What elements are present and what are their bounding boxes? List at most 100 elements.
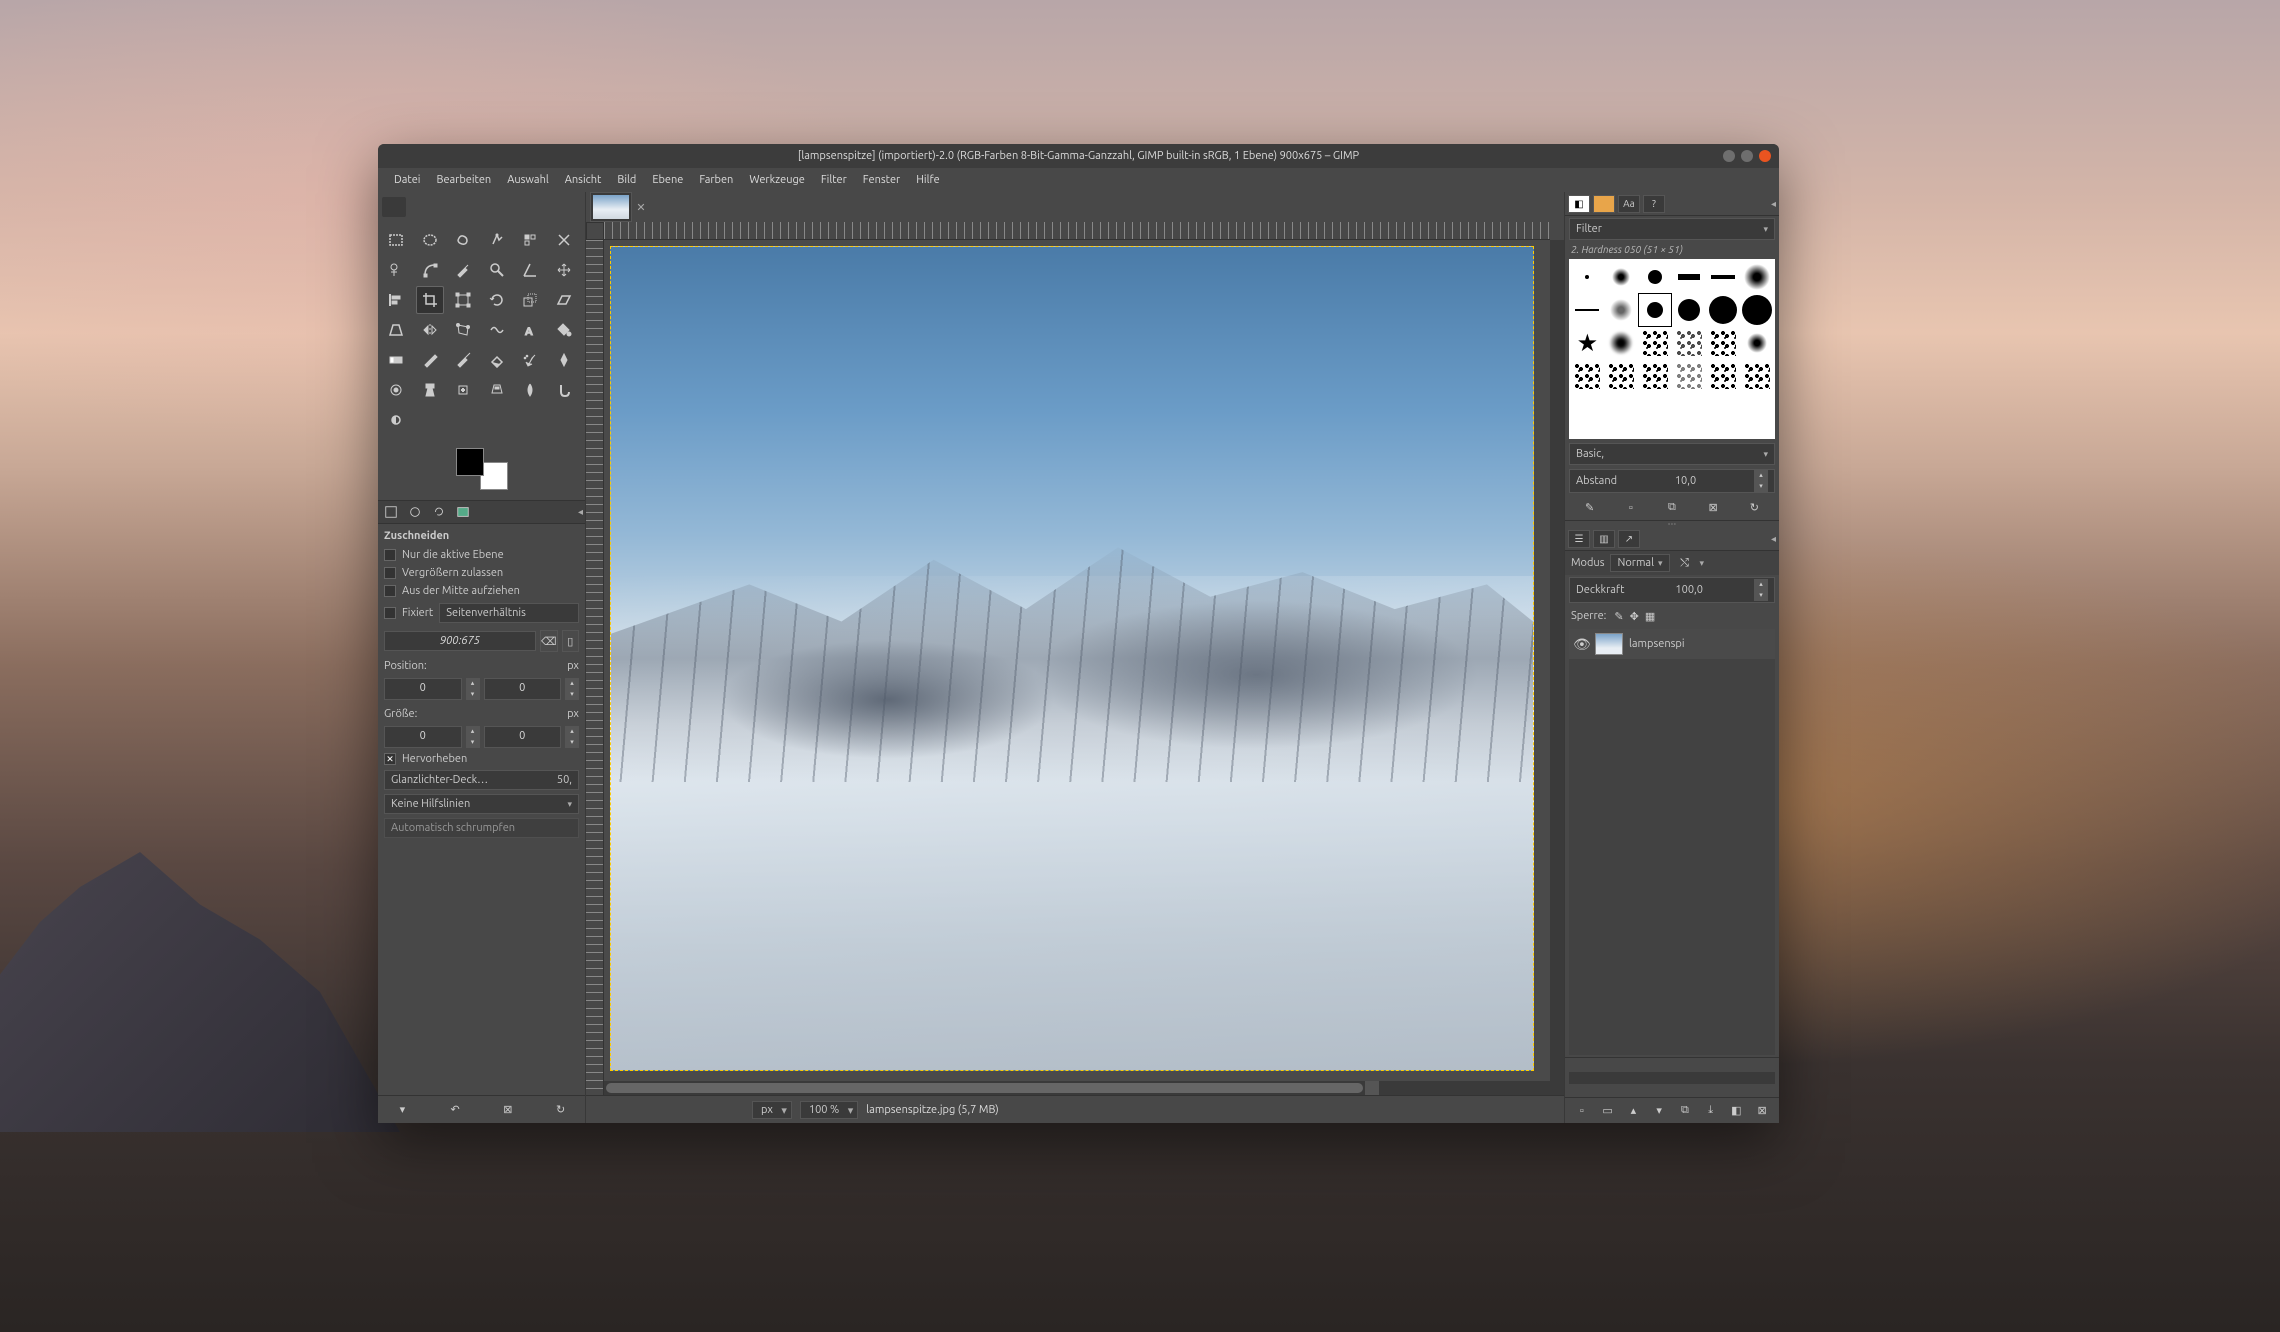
- spinner-down[interactable]: ▾: [466, 737, 480, 748]
- position-y-input[interactable]: 0: [484, 678, 562, 700]
- edit-brush-icon[interactable]: ✎: [1581, 499, 1599, 517]
- mypaint-brush-tool[interactable]: [382, 376, 410, 404]
- layer-name[interactable]: lampsenspi: [1629, 638, 1685, 650]
- perspective-clone-tool[interactable]: [483, 376, 511, 404]
- only-active-layer-row[interactable]: Nur die aktive Ebene: [384, 548, 579, 562]
- brush-item[interactable]: [1571, 261, 1604, 293]
- reset-icon[interactable]: ↻: [551, 1100, 571, 1120]
- highlight-row[interactable]: ✕Hervorheben: [384, 752, 579, 766]
- brush-item[interactable]: [1605, 360, 1638, 392]
- highlight-opacity-slider[interactable]: Glanzlichter-Deck… 50,: [384, 770, 579, 790]
- tab-menu-icon[interactable]: ◂: [578, 506, 583, 518]
- flip-tool[interactable]: [416, 316, 444, 344]
- eraser-tool[interactable]: [483, 346, 511, 374]
- portrait-button[interactable]: ▯: [562, 630, 579, 652]
- paths-tool[interactable]: [416, 256, 444, 284]
- minimize-button[interactable]: [1723, 150, 1735, 162]
- cage-tool[interactable]: [449, 316, 477, 344]
- guides-select[interactable]: Keine Hilfslinien▾: [384, 794, 579, 814]
- spinner-down[interactable]: ▾: [565, 737, 579, 748]
- spinner-up[interactable]: ▴: [565, 726, 579, 737]
- clone-tool[interactable]: [416, 376, 444, 404]
- menu-ansicht[interactable]: Ansicht: [557, 170, 610, 190]
- lock-pixels-icon[interactable]: ✎: [1614, 610, 1623, 623]
- clear-ratio-button[interactable]: ⌫: [540, 630, 558, 652]
- mask-icon[interactable]: ◧: [1727, 1102, 1745, 1120]
- checkbox-icon[interactable]: [384, 585, 396, 597]
- spinner-up[interactable]: ▴: [565, 678, 579, 689]
- vertical-scrollbar[interactable]: [1550, 240, 1564, 1095]
- delete-layer-icon[interactable]: ⊠: [1753, 1102, 1771, 1120]
- layer-thumbnail[interactable]: [1595, 633, 1623, 655]
- brush-item[interactable]: [1672, 327, 1705, 359]
- brush-item[interactable]: [1571, 294, 1604, 326]
- mode-switch-icon[interactable]: ⤭: [1676, 554, 1694, 572]
- brush-item[interactable]: [1706, 261, 1739, 293]
- toolbox-tab[interactable]: [382, 197, 406, 217]
- brush-item[interactable]: [1706, 294, 1739, 326]
- menu-filter[interactable]: Filter: [813, 170, 855, 190]
- size-w-input[interactable]: 0: [384, 726, 462, 748]
- checkbox-icon[interactable]: [384, 567, 396, 579]
- duplicate-layer-icon[interactable]: ⧉: [1676, 1102, 1694, 1120]
- brush-item[interactable]: [1639, 360, 1672, 392]
- checkbox-icon[interactable]: [384, 607, 396, 619]
- fixed-type-select[interactable]: Seitenverhältnis: [439, 603, 579, 623]
- color-swatches[interactable]: [452, 444, 512, 494]
- opacity-slider[interactable]: Deckkraft 100,0 ▴▾: [1569, 577, 1775, 603]
- menu-bild[interactable]: Bild: [609, 170, 644, 190]
- ellipse-select-tool[interactable]: [416, 226, 444, 254]
- brush-item[interactable]: [1639, 261, 1672, 293]
- brush-item[interactable]: [1571, 360, 1604, 392]
- warp-tool[interactable]: [483, 316, 511, 344]
- raise-layer-icon[interactable]: ▴: [1624, 1102, 1642, 1120]
- document-history-tab[interactable]: ?: [1643, 195, 1665, 213]
- lock-position-icon[interactable]: ✥: [1630, 610, 1639, 623]
- position-x-input[interactable]: 0: [384, 678, 462, 700]
- canvas-image[interactable]: [610, 246, 1534, 1071]
- dodge-burn-tool[interactable]: [382, 406, 410, 434]
- refresh-brush-icon[interactable]: ↻: [1745, 499, 1763, 517]
- brush-preset-select[interactable]: Basic,▾: [1569, 443, 1775, 465]
- brush-item[interactable]: [1706, 327, 1739, 359]
- scissors-tool[interactable]: [550, 226, 578, 254]
- free-select-tool[interactable]: [449, 226, 477, 254]
- color-select-tool[interactable]: [516, 226, 544, 254]
- foreground-select-tool[interactable]: [382, 256, 410, 284]
- maximize-button[interactable]: [1741, 150, 1753, 162]
- unit-select[interactable]: px: [752, 1101, 792, 1119]
- new-brush-icon[interactable]: ▫: [1622, 499, 1640, 517]
- spinner-down[interactable]: ▾: [466, 689, 480, 700]
- blend-mode-select[interactable]: Normal▾: [1610, 554, 1669, 572]
- brush-item[interactable]: ★: [1571, 327, 1604, 359]
- menu-auswahl[interactable]: Auswahl: [499, 170, 557, 190]
- size-h-input[interactable]: 0: [484, 726, 562, 748]
- undo-history-tab[interactable]: [428, 503, 450, 521]
- measure-tool[interactable]: [516, 256, 544, 284]
- bucket-fill-tool[interactable]: [550, 316, 578, 344]
- horizontal-ruler[interactable]: [604, 222, 1550, 240]
- text-tool[interactable]: A: [516, 316, 544, 344]
- brush-item[interactable]: [1672, 360, 1705, 392]
- layers-tab[interactable]: ☰: [1568, 530, 1590, 548]
- brush-item[interactable]: [1740, 360, 1773, 392]
- lower-layer-icon[interactable]: ▾: [1650, 1102, 1668, 1120]
- navigator-icon[interactable]: [1365, 1081, 1379, 1095]
- lock-alpha-icon[interactable]: ▦: [1645, 610, 1655, 623]
- align-tool[interactable]: [382, 286, 410, 314]
- rect-select-tool[interactable]: [382, 226, 410, 254]
- save-preset-icon[interactable]: ▾: [392, 1100, 412, 1120]
- spinner-up[interactable]: ▴: [466, 726, 480, 737]
- new-group-icon[interactable]: ▭: [1599, 1102, 1617, 1120]
- brush-item[interactable]: [1605, 261, 1638, 293]
- heal-tool[interactable]: [449, 376, 477, 404]
- new-layer-icon[interactable]: ▫: [1573, 1102, 1591, 1120]
- tab-menu-icon[interactable]: ◂: [1771, 533, 1776, 545]
- blur-tool[interactable]: [516, 376, 544, 404]
- menu-datei[interactable]: Datei: [386, 170, 428, 190]
- brush-item[interactable]: [1740, 294, 1773, 326]
- unified-transform-tool[interactable]: [449, 286, 477, 314]
- menu-bearbeiten[interactable]: Bearbeiten: [428, 170, 499, 190]
- auto-shrink-button[interactable]: Automatisch schrumpfen: [384, 818, 579, 838]
- ruler-corner[interactable]: [586, 222, 604, 240]
